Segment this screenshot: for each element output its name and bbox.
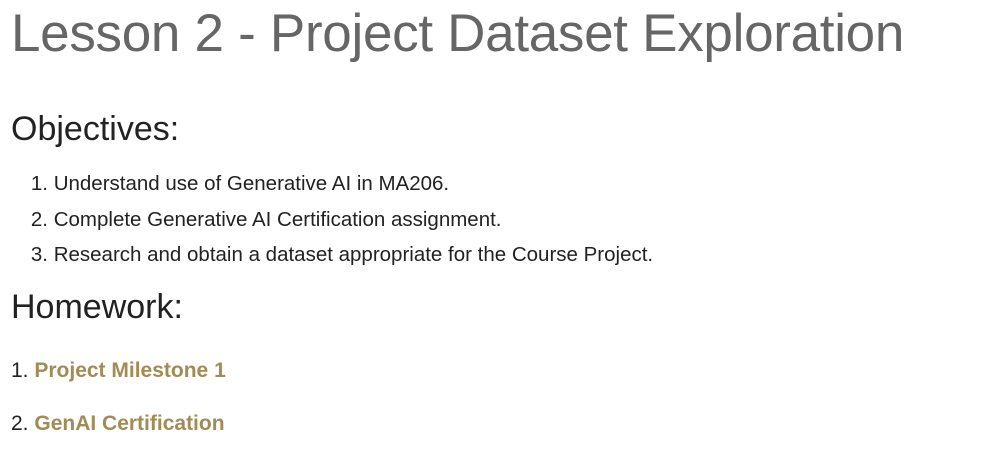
objectives-list: 1. Understand use of Generative AI in MA… (11, 166, 653, 273)
objective-item: 3. Research and obtain a dataset appropr… (11, 237, 653, 273)
objective-text: Research and obtain a dataset appropriat… (53, 243, 654, 266)
homework-number: 2. (11, 412, 35, 435)
objective-number: 3. (30, 243, 48, 266)
genai-certification-link[interactable]: GenAI Certification (34, 412, 224, 435)
lesson-page: Lesson 2 - Project Dataset Exploration O… (11, 0, 1003, 454)
objective-text: Complete Generative AI Certification ass… (53, 207, 502, 231)
objective-item: 1. Understand use of Generative AI in MA… (11, 166, 653, 202)
objective-number: 1. (30, 172, 48, 195)
page-title: Lesson 2 - Project Dataset Exploration (11, 4, 905, 63)
project-milestone-1-link[interactable]: Project Milestone 1 (34, 359, 225, 382)
homework-number: 1. (11, 359, 35, 382)
homework-item: 1. Project Milestone 1 (11, 357, 226, 385)
objective-text: Understand use of Generative AI in MA206… (53, 172, 450, 195)
objective-number: 2. (30, 207, 48, 231)
homework-item: 2. GenAI Certification (11, 410, 225, 438)
homework-heading: Homework: (11, 288, 183, 326)
objective-item: 2. Complete Generative AI Certification … (11, 202, 653, 238)
objectives-heading: Objectives: (11, 110, 180, 148)
